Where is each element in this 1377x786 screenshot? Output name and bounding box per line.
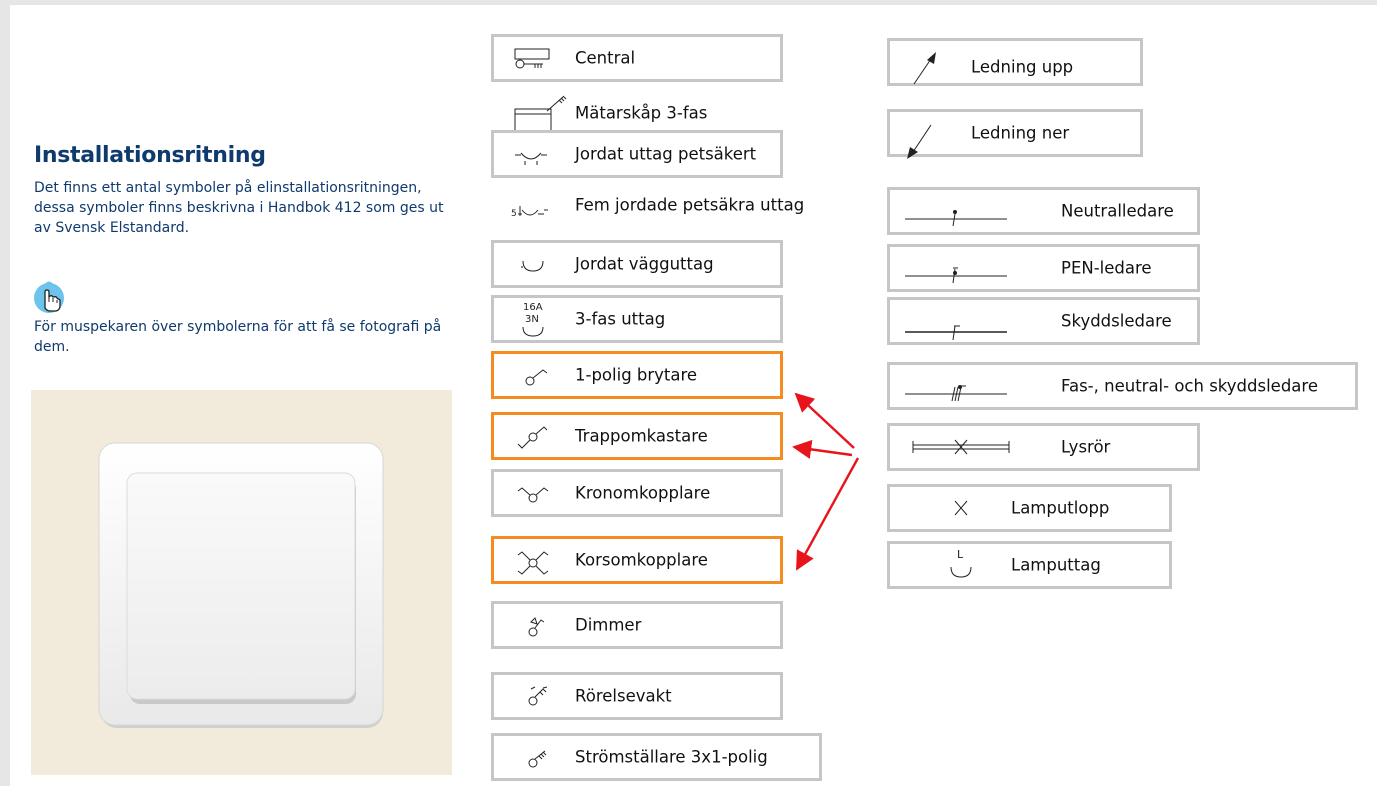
symbol-label: Skyddsledare — [1061, 311, 1172, 331]
symbol-chandelier-switch[interactable]: Kronomkopplare — [491, 469, 783, 517]
symbol-label: Jordat uttag petsäkert — [575, 144, 757, 164]
symbol-label: 1-polig brytare — [575, 365, 698, 385]
neutral-conductor-icon — [905, 210, 1007, 227]
symbol-label: Kronomkopplare — [575, 483, 711, 503]
symbol-fluorescent-tube[interactable]: Lysrör — [887, 423, 1200, 471]
symbol-grounded-wall-outlet[interactable]: Jordat vägguttag — [491, 240, 783, 288]
symbol-label: Trappomkastare — [575, 426, 708, 446]
symbol-label: Ledning upp — [971, 57, 1074, 77]
switch-3x1-pole-icon — [528, 750, 547, 768]
wire-up-icon — [913, 52, 936, 85]
symbol-three-phase-outlet[interactable]: 16A 3N 3-fas uttag — [491, 295, 783, 343]
symbol-label: Lamputtag — [1011, 555, 1101, 575]
fluorescent-tube-icon — [912, 439, 1010, 455]
symbol-dimmer[interactable]: Dimmer — [491, 601, 783, 649]
symbol-wire-down[interactable]: Ledning ner — [887, 109, 1143, 159]
symbol-label: Central — [575, 48, 636, 68]
symbol-staircase-switch[interactable]: Trappomkastare — [491, 412, 783, 460]
meter-cabinet-icon — [514, 95, 567, 132]
three-phase-outlet-icon: 16A 3N — [522, 302, 544, 337]
symbol-label: Mätarskåp 3-fas — [575, 103, 708, 123]
lamp-socket-icon: L — [950, 548, 972, 578]
symbol-neutral-conductor[interactable]: Neutralledare — [887, 187, 1200, 235]
symbol-label: Korsomkopplare — [575, 550, 708, 570]
symbol-protective-conductor[interactable]: Skyddsledare — [887, 297, 1200, 345]
symbol-wire-up[interactable]: Ledning upp — [887, 38, 1143, 86]
symbol-label: Rörelsevakt — [575, 686, 672, 706]
symbol-label: Fas-, neutral- och skyddsledare — [1061, 376, 1318, 396]
page-title: Installationsritning — [34, 143, 266, 168]
symbol-switch-3x1-pole[interactable]: Strömställare 3x1-polig — [491, 733, 822, 781]
window-top-bar — [0, 0, 1377, 5]
staircase-switch-icon — [517, 426, 548, 449]
symbol-lamp-outlet[interactable]: Lamputlopp — [887, 484, 1172, 532]
svg-text:5: 5 — [511, 209, 517, 219]
motion-sensor-icon — [528, 686, 548, 706]
lamp-outlet-icon — [954, 500, 968, 516]
symbol-central[interactable]: Central — [491, 34, 783, 82]
five-grounded-outlets-icon: 5 — [511, 206, 548, 219]
dimmer-icon — [528, 617, 545, 637]
light-switch-photo — [98, 442, 384, 728]
svg-text:L: L — [957, 548, 964, 561]
grounded-outlet-childproof-icon — [515, 152, 547, 165]
pen-conductor-icon — [905, 267, 1007, 284]
hover-hint-text: För muspekaren över symbolerna för att f… — [34, 319, 442, 355]
symbol-label: Neutralledare — [1061, 201, 1174, 221]
central-icon — [514, 48, 550, 69]
protective-conductor-icon — [905, 325, 1007, 341]
symbol-label: Strömställare 3x1-polig — [575, 747, 768, 767]
symbol-five-grounded-outlets[interactable]: 5 Fem jordade petsäkra uttag — [491, 181, 821, 229]
symbol-pen-conductor[interactable]: PEN-ledare — [887, 244, 1200, 292]
symbol-cross-switch[interactable]: Korsomkopplare — [491, 536, 783, 584]
symbol-label: Fem jordade petsäkra uttag — [575, 195, 805, 215]
chandelier-switch-icon — [517, 487, 549, 503]
window-left-bar — [0, 0, 10, 786]
cross-switch-icon — [517, 551, 549, 575]
page-description: Det finns ett antal symboler på elinstal… — [34, 180, 444, 236]
symbol-label: Dimmer — [575, 615, 642, 635]
wire-down-icon — [907, 124, 932, 159]
hand-pointer-icon — [34, 281, 64, 313]
grounded-wall-outlet-icon — [521, 260, 544, 272]
symbol-phase-neutral-protective[interactable]: Fas-, neutral- och skyddsledare — [887, 362, 1358, 410]
symbol-label: Ledning ner — [971, 123, 1070, 143]
photo-preview — [31, 390, 452, 775]
symbol-label: Jordat vägguttag — [575, 254, 714, 274]
phase-neutral-protective-icon — [905, 385, 1007, 402]
svg-text:3N: 3N — [525, 314, 539, 325]
symbol-lamp-socket[interactable]: L Lamputtag — [887, 541, 1172, 589]
single-pole-switch-icon — [525, 369, 548, 386]
symbol-label: Lysrör — [1061, 437, 1111, 457]
symbol-grounded-outlet-childproof[interactable]: Jordat uttag petsäkert — [491, 130, 783, 178]
svg-text:16A: 16A — [523, 302, 543, 313]
symbol-single-pole-switch[interactable]: 1-polig brytare — [491, 351, 783, 399]
symbol-label: PEN-ledare — [1061, 258, 1152, 278]
arrow-to-single-pole-switch — [794, 392, 855, 449]
symbol-label: 3-fas uttag — [575, 309, 666, 329]
symbol-motion-sensor[interactable]: Rörelsevakt — [491, 672, 783, 720]
arrow-to-cross-switch — [795, 457, 860, 571]
arrow-to-staircase-switch — [792, 439, 853, 459]
symbol-label: Lamputlopp — [1011, 498, 1110, 518]
